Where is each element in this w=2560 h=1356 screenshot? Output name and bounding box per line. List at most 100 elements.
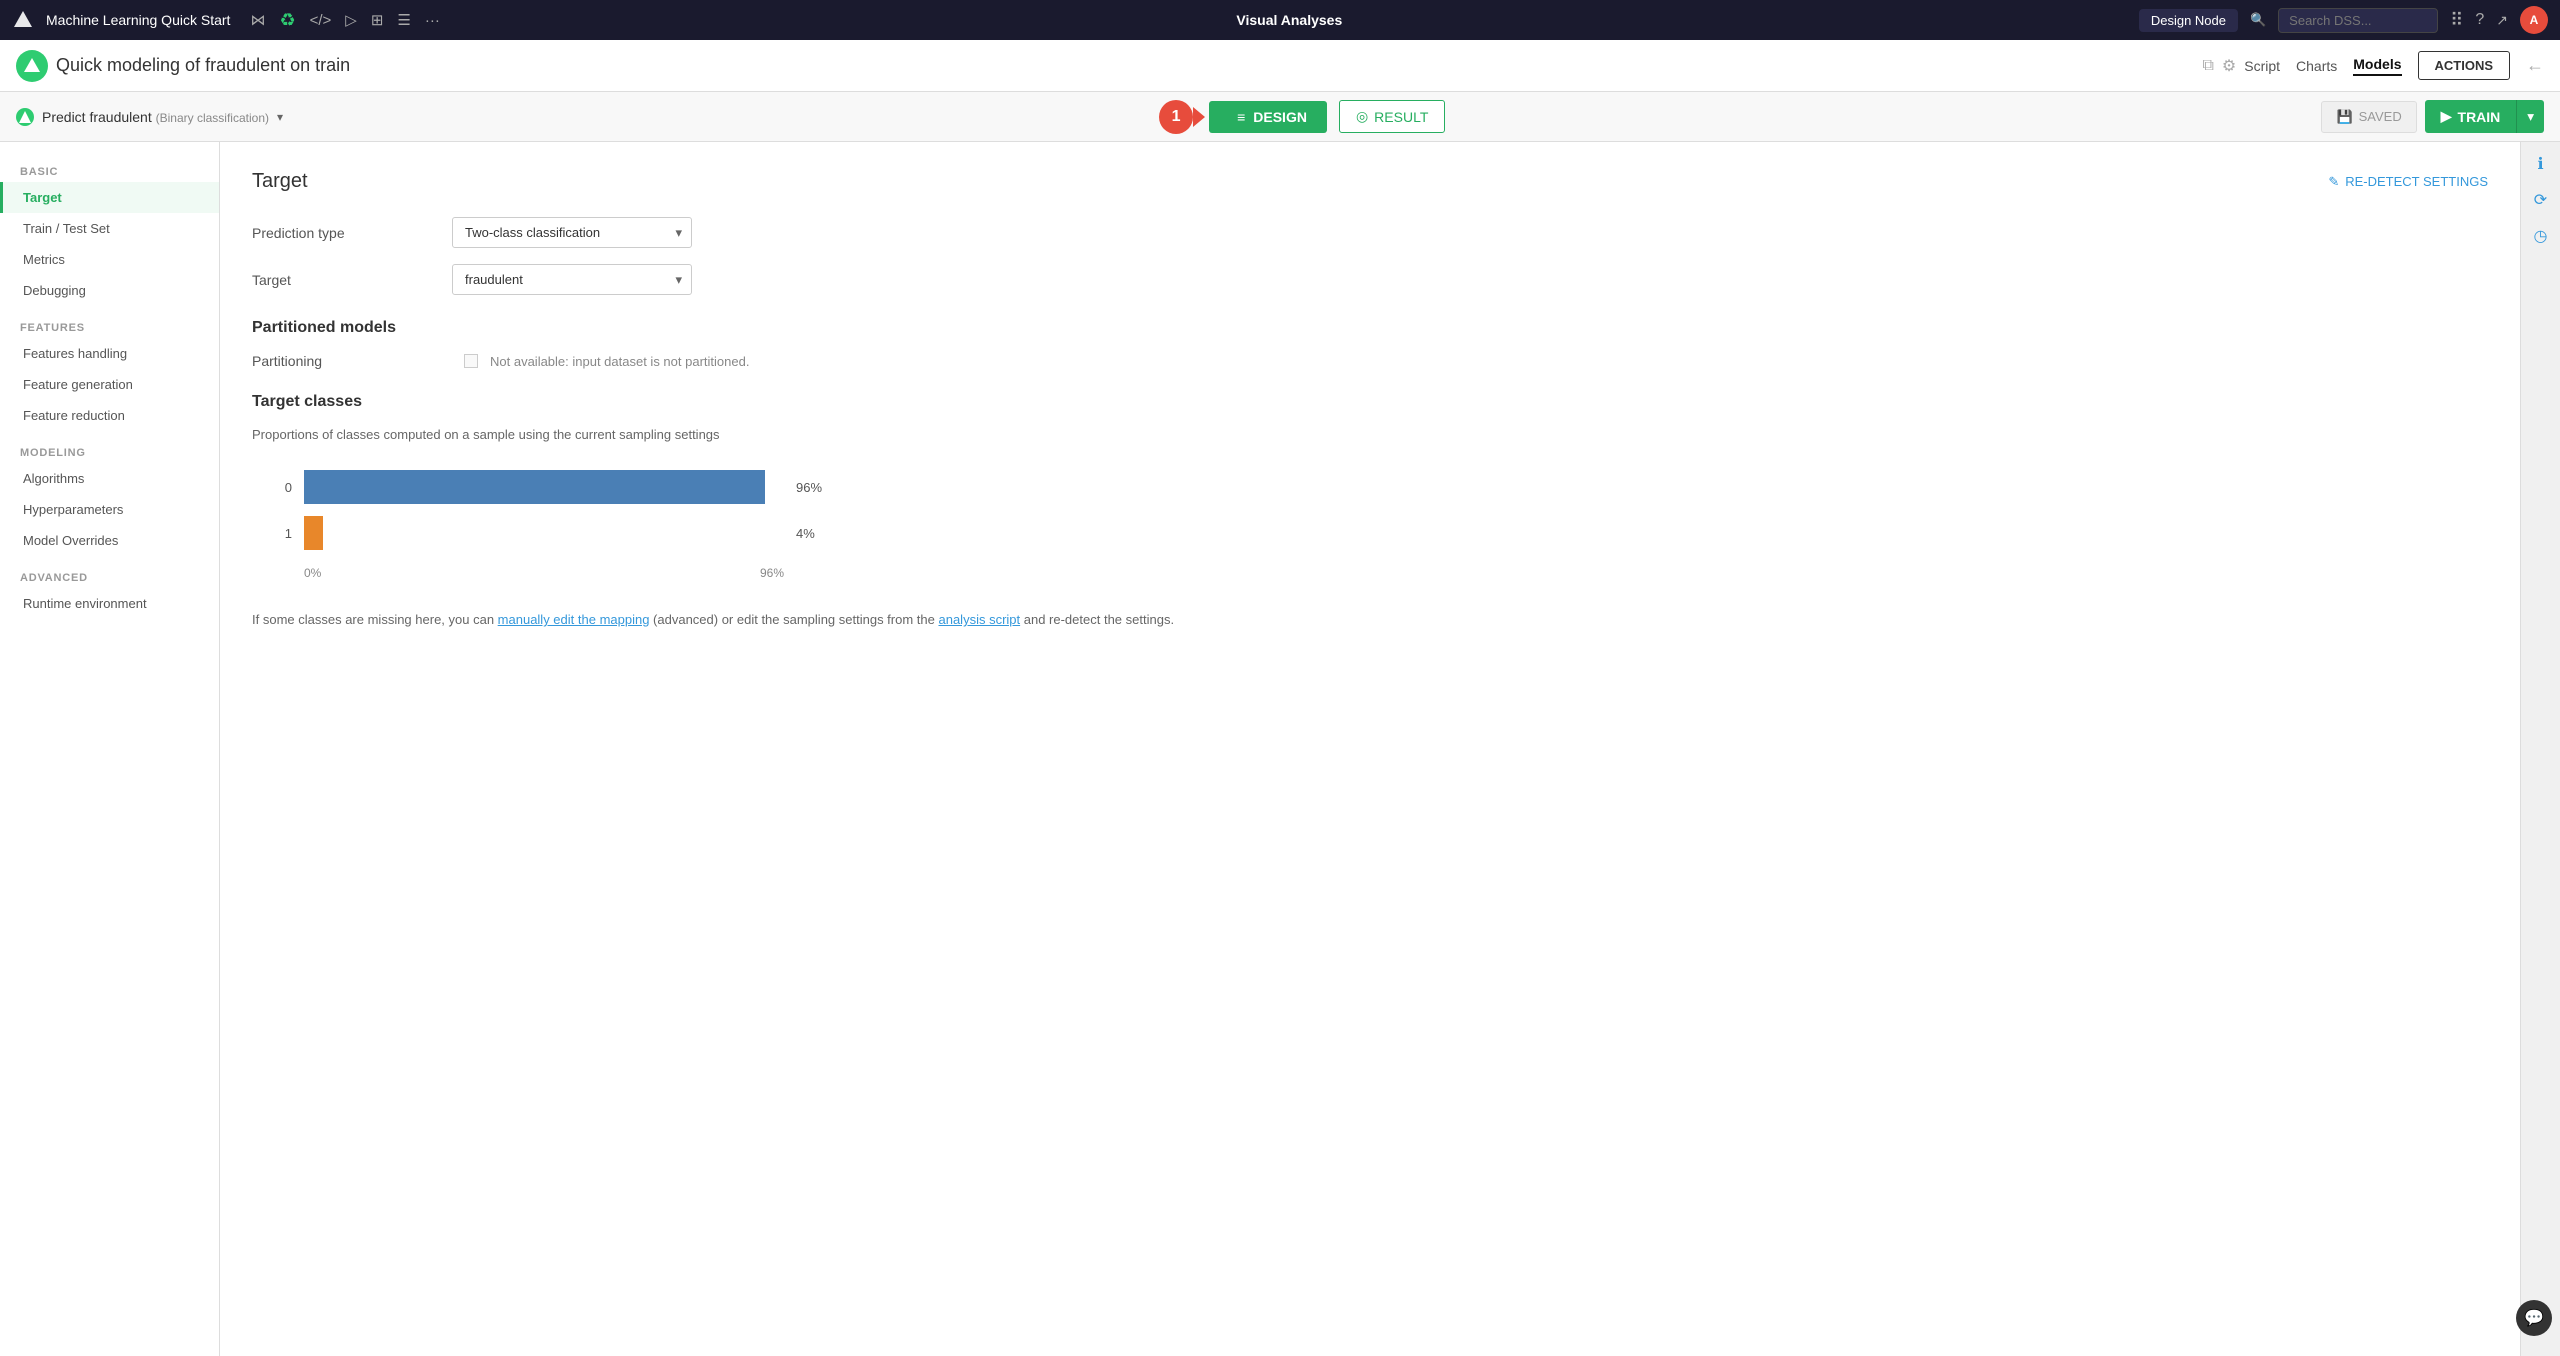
code-icon[interactable]: </> (310, 12, 332, 29)
bar-fill-0 (304, 470, 765, 504)
sync-icon[interactable]: ⟳ (2534, 190, 2547, 210)
doc-icon[interactable]: ☰ (397, 11, 410, 29)
bar-row-0: 0 96% (272, 470, 2468, 504)
target-label: Target (252, 272, 452, 288)
card-title: Target (252, 170, 308, 193)
train-controls: 💾 SAVED ▶ TRAIN ▾ (2321, 100, 2544, 133)
sidebar-item-hyperparameters[interactable]: Hyperparameters (0, 494, 219, 525)
edit-mapping-link[interactable]: manually edit the mapping (498, 612, 650, 627)
step-badge: 1 (1159, 100, 1193, 134)
bar-track-0 (304, 470, 784, 504)
project-logo (16, 50, 48, 82)
sidebar-section-advanced: ADVANCED Runtime environment (0, 564, 219, 619)
grid-dots-icon[interactable]: ⠿ (2450, 10, 2463, 31)
clock-icon[interactable]: ◷ (2534, 226, 2548, 246)
redetect-link[interactable]: ✎ RE-DETECT SETTINGS (2328, 174, 2488, 190)
chat-bubble-button[interactable]: 💬 (2516, 1300, 2552, 1336)
analysis-script-link[interactable]: analysis script (938, 612, 1020, 627)
top-nav-center: Visual Analyses (452, 12, 2127, 28)
sidebar-item-algorithms[interactable]: Algorithms (0, 463, 219, 494)
sidebar-item-debugging[interactable]: Debugging (0, 275, 219, 306)
partitioning-checkbox[interactable] (464, 354, 478, 368)
sidebar-section-advanced-title: ADVANCED (0, 564, 219, 588)
avatar[interactable]: A (2520, 6, 2548, 34)
external-link-icon[interactable]: ↗ (2496, 12, 2508, 29)
saved-button[interactable]: 💾 SAVED (2321, 101, 2416, 133)
actions-button[interactable]: ACTIONS (2418, 51, 2511, 80)
sidebar-item-runtime[interactable]: Runtime environment (0, 588, 219, 619)
bar-row-1: 1 4% (272, 516, 2468, 550)
bar-track-1 (304, 516, 784, 550)
train-play-icon: ▶ (2441, 108, 2452, 125)
settings-icon[interactable]: ⚙ (2222, 56, 2236, 76)
prediction-type-label: Prediction type (252, 225, 452, 241)
predict-label-group: Predict fraudulent (Binary classificatio… (16, 108, 283, 126)
save-icon: 💾 (2336, 109, 2352, 125)
recycle-icon[interactable]: ♻ (279, 10, 295, 31)
predict-icon (16, 108, 34, 126)
partitioning-row: Partitioning Not available: input datase… (252, 353, 2488, 369)
predict-text: Predict fraudulent (Binary classificatio… (42, 109, 269, 125)
bar-pct-0: 96% (796, 480, 836, 495)
sidebar-section-features: FEATURES Features handling Feature gener… (0, 314, 219, 431)
bar-pct-1: 4% (796, 526, 836, 541)
main-layout: BASIC Target Train / Test Set Metrics De… (0, 142, 2560, 1356)
search-input[interactable] (2278, 8, 2438, 33)
design-node-badge: Design Node (2139, 9, 2238, 32)
back-arrow-icon[interactable]: ← (2526, 55, 2544, 76)
bar-axis: 0% 96% (272, 562, 784, 580)
sidebar-item-metrics[interactable]: Metrics (0, 244, 219, 275)
sidebar-item-train-test-set[interactable]: Train / Test Set (0, 213, 219, 244)
copy-icon[interactable]: ⧉ (2202, 57, 2213, 75)
search-icon: 🔍 (2250, 12, 2266, 28)
app-logo (12, 9, 34, 31)
card-header: Target ✎ RE-DETECT SETTINGS (252, 170, 2488, 193)
play-icon[interactable]: ▷ (345, 11, 357, 29)
right-sidebar: ℹ ⟳ ◷ 💬 (2520, 142, 2560, 1356)
nav-script[interactable]: Script (2244, 58, 2280, 74)
top-nav: Machine Learning Quick Start ⋈ ♻ </> ▷ ⊞… (0, 0, 2560, 40)
bar-label-0: 0 (272, 480, 292, 495)
predict-bar: Predict fraudulent (Binary classificatio… (0, 92, 2560, 142)
axis-end: 96% (760, 566, 784, 580)
sidebar-section-basic-title: BASIC (0, 158, 219, 182)
result-button[interactable]: ◎ RESULT (1339, 100, 1445, 133)
train-button[interactable]: ▶ TRAIN (2425, 100, 2517, 133)
analysis-title: Quick modeling of fraudulent on train (56, 55, 2194, 76)
info-icon[interactable]: ℹ (2537, 154, 2543, 174)
train-dropdown-button[interactable]: ▾ (2516, 100, 2544, 133)
train-button-group: ▶ TRAIN ▾ (2425, 100, 2544, 133)
sidebar-item-feature-generation[interactable]: Feature generation (0, 369, 219, 400)
sidebar-item-features-handling[interactable]: Features handling (0, 338, 219, 369)
step-controls: 1 ≡ DESIGN ◎ RESULT (299, 100, 2305, 134)
target-row: Target fraudulent ▾ (252, 264, 2488, 295)
prediction-type-select-wrapper: Two-class classification Multi-class cla… (452, 217, 692, 248)
sidebar-item-model-overrides[interactable]: Model Overrides (0, 525, 219, 556)
share-icon[interactable]: ⋈ (250, 11, 265, 29)
app-title: Machine Learning Quick Start (46, 12, 230, 28)
pencil-icon: ✎ (2328, 174, 2339, 190)
sidebar-item-feature-reduction[interactable]: Feature reduction (0, 400, 219, 431)
top-nav-right: Design Node 🔍 ⠿ ? ↗ A (2139, 6, 2548, 34)
footer-note: If some classes are missing here, you ca… (252, 612, 2488, 627)
target-select[interactable]: fraudulent (452, 264, 692, 295)
chat-icon: 💬 (2524, 1308, 2544, 1328)
second-bar-nav: Script Charts Models ACTIONS (2244, 51, 2510, 80)
sidebar-section-features-title: FEATURES (0, 314, 219, 338)
sidebar-item-target[interactable]: Target (0, 182, 219, 213)
sidebar-section-basic: BASIC Target Train / Test Set Metrics De… (0, 158, 219, 306)
predict-dropdown-icon[interactable]: ▾ (277, 110, 283, 124)
help-icon[interactable]: ? (2475, 11, 2484, 29)
chart-area: 0 96% 1 4% (252, 462, 2488, 596)
more-icon[interactable]: ··· (425, 12, 440, 29)
design-button[interactable]: ≡ DESIGN (1209, 101, 1327, 133)
grid-icon[interactable]: ⊞ (371, 11, 384, 29)
result-icon: ◎ (1356, 108, 1368, 125)
nav-charts[interactable]: Charts (2296, 58, 2337, 74)
prediction-type-select[interactable]: Two-class classification Multi-class cla… (452, 217, 692, 248)
partitioned-title: Partitioned models (252, 319, 2488, 337)
nav-models[interactable]: Models (2353, 56, 2401, 76)
visual-analyses-label: Visual Analyses (1236, 12, 1342, 28)
sidebar-section-modeling: MODELING Algorithms Hyperparameters Mode… (0, 439, 219, 556)
target-select-wrapper: fraudulent ▾ (452, 264, 692, 295)
